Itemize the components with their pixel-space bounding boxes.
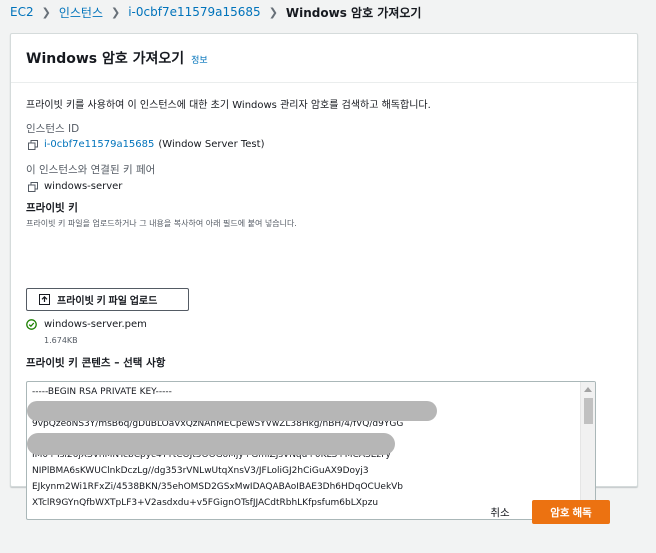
- success-check-icon: [26, 319, 37, 330]
- get-password-panel: Windows 암호 가져오기 정보 프라이빗 키를 사용하여 이 인스턴스에 …: [10, 33, 638, 520]
- private-key-textarea[interactable]: -----BEGIN RSA PRIVATE KEY----- 9vpQzeoN…: [26, 381, 596, 520]
- key-pair-label: 이 인스턴스와 연결된 키 페어: [26, 164, 156, 176]
- decrypt-password-button[interactable]: 암호 해독: [532, 500, 610, 524]
- breadcrumb-instances[interactable]: 인스턴스: [59, 4, 103, 21]
- cancel-button[interactable]: 취소: [480, 501, 520, 523]
- upload-private-key-button[interactable]: 프라이빗 키 파일 업로드: [26, 288, 189, 311]
- redaction-mark: [27, 401, 437, 421]
- upload-icon: [39, 294, 50, 305]
- private-key-label: 프라이빗 키: [26, 202, 78, 214]
- chevron-right-icon: ❯: [41, 5, 51, 19]
- chevron-right-icon: ❯: [111, 5, 121, 19]
- instance-name: (Window Server Test): [158, 139, 265, 150]
- copy-icon[interactable]: [28, 139, 38, 150]
- chevron-right-icon: ❯: [268, 5, 278, 19]
- key-line: -----BEGIN RSA PRIVATE KEY-----: [32, 387, 172, 397]
- instance-id-link[interactable]: i-0cbf7e11579a15685: [44, 139, 154, 150]
- info-link[interactable]: 정보: [191, 53, 208, 66]
- page-title: Windows 암호 가져오기: [26, 51, 185, 67]
- scroll-thumb[interactable]: [584, 398, 593, 424]
- panel-description: 프라이빗 키를 사용하여 이 인스턴스에 대한 초기 Windows 관리자 암…: [26, 100, 431, 111]
- breadcrumb-ec2[interactable]: EC2: [10, 5, 34, 19]
- redaction-mark: [27, 433, 395, 455]
- private-key-hint: 프라이빗 키 파일을 업로드하거나 그 내용을 복사하여 아래 필드에 붙여 넣…: [26, 219, 297, 228]
- panel-header: Windows 암호 가져오기 정보: [11, 34, 637, 83]
- key-pair-row: windows-server: [28, 181, 122, 192]
- key-line: EJkynm2Wi1RFxZi/4538BKN/35ehOMSD2GSxMwID…: [32, 481, 404, 492]
- key-line: NIPlBMA6sKWUClnkDczLg//dg353rVNLwUtqXnsV…: [32, 465, 369, 476]
- key-content-label: 프라이빗 키 콘텐츠 – 선택 사항: [26, 357, 166, 369]
- textarea-scrollbar[interactable]: [580, 382, 595, 519]
- instance-id-row: i-0cbf7e11579a15685 (Window Server Test): [28, 139, 264, 150]
- scroll-up-icon[interactable]: [584, 387, 592, 392]
- copy-icon[interactable]: [28, 181, 38, 192]
- uploaded-file: windows-server.pem: [26, 319, 147, 330]
- breadcrumb-current: Windows 암호 가져오기: [285, 5, 422, 20]
- uploaded-file-size: 1.674KB: [44, 336, 78, 345]
- breadcrumb: EC2 ❯ 인스턴스 ❯ i-0cbf7e11579a15685 ❯ Windo…: [10, 4, 421, 20]
- uploaded-file-name: windows-server.pem: [44, 319, 147, 330]
- key-pair-name: windows-server: [44, 181, 123, 192]
- instance-id-label: 인스턴스 ID: [26, 123, 80, 135]
- breadcrumb-instance-id[interactable]: i-0cbf7e11579a15685: [128, 5, 260, 19]
- upload-button-label: 프라이빗 키 파일 업로드: [57, 296, 158, 307]
